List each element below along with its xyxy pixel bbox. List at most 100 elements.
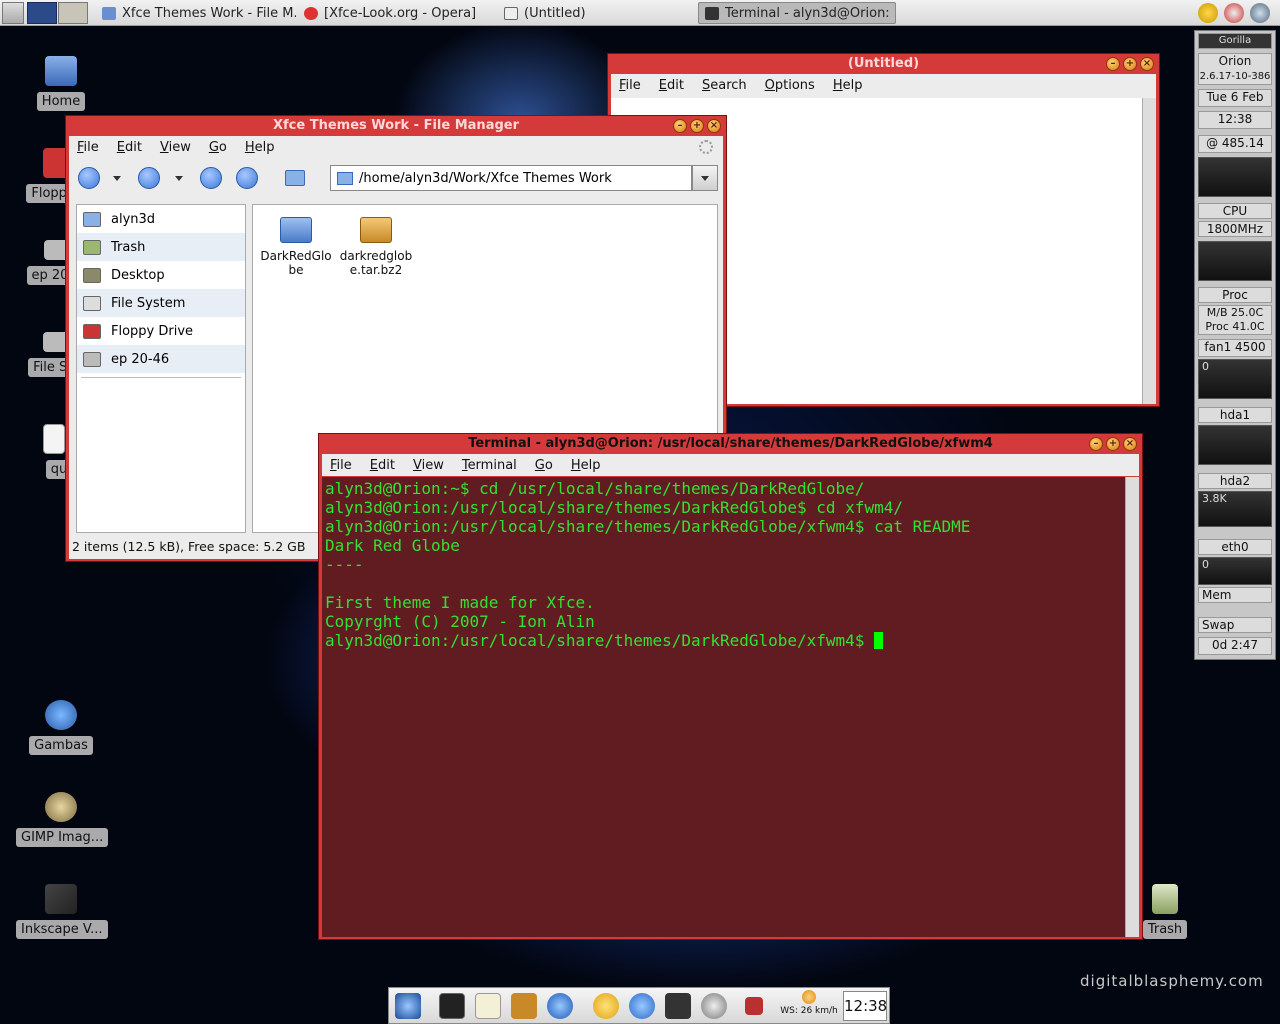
maximize-button[interactable]: +: [690, 119, 704, 133]
hda2-label: hda2: [1198, 473, 1272, 489]
cpu-graph: [1198, 241, 1272, 281]
menu-help[interactable]: Help: [245, 140, 275, 155]
menu-edit[interactable]: Edit: [659, 78, 684, 93]
maximize-button[interactable]: +: [1123, 57, 1137, 71]
text-editor-icon[interactable]: [475, 993, 501, 1019]
home-folder-icon: [83, 211, 101, 227]
wallpaper-watermark: digitalblasphemy.com: [1080, 972, 1264, 990]
screenshot-icon[interactable]: [745, 997, 763, 1015]
gambas-icon: [45, 700, 77, 730]
gimp-icon: [45, 792, 77, 822]
folder-icon: [102, 6, 116, 20]
eth0-label: eth0: [1198, 539, 1272, 555]
task-editor[interactable]: (Untitled): [498, 2, 693, 24]
menu-file[interactable]: File: [619, 78, 641, 93]
swap-label: Swap: [1198, 617, 1272, 633]
workspace-2[interactable]: [58, 2, 88, 24]
menu-view[interactable]: View: [413, 458, 444, 473]
menu-help[interactable]: Help: [833, 78, 863, 93]
terminal-prompt-line: alyn3d@Orion:/usr/local/share/themes/Dar…: [325, 631, 1122, 650]
busy-spinner-icon: [699, 140, 713, 154]
opera-icon[interactable]: [629, 993, 655, 1019]
forward-icon[interactable]: [138, 167, 160, 189]
menu-view[interactable]: View: [160, 140, 191, 155]
sidebar-item-ep-20-46[interactable]: ep 20-46: [77, 345, 245, 373]
sidebar-item-floppy-drive[interactable]: Floppy Drive: [77, 317, 245, 345]
show-desktop-button[interactable]: [2, 2, 24, 24]
editor-scrollbar[interactable]: [1142, 98, 1156, 404]
close-button[interactable]: ×: [707, 119, 721, 133]
text-editor-icon: [504, 6, 518, 20]
weather-sun-icon[interactable]: [593, 993, 619, 1019]
task-opera[interactable]: [Xfce-Look.org - Opera]: [298, 2, 493, 24]
network-icon[interactable]: [1250, 3, 1270, 23]
terminal-line: Dark Red Globe: [325, 536, 460, 555]
menu-file[interactable]: File: [330, 458, 352, 473]
terminal-titlebar[interactable]: Terminal - alyn3d@Orion: /usr/local/shar…: [322, 434, 1139, 454]
settings-icon[interactable]: [701, 993, 727, 1019]
terminal-scrollbar[interactable]: [1125, 477, 1139, 937]
user-icon[interactable]: [1198, 3, 1218, 23]
opera-icon: [304, 6, 318, 20]
close-button[interactable]: ×: [1140, 57, 1154, 71]
new-folder-icon[interactable]: [285, 170, 305, 186]
minimize-button[interactable]: –: [1089, 437, 1103, 451]
file-manager-icon[interactable]: [511, 993, 537, 1019]
menu-help[interactable]: Help: [571, 458, 601, 473]
volume-icon[interactable]: [1224, 3, 1244, 23]
desktop-icon-gimp[interactable]: GIMP Imag...: [16, 792, 109, 847]
menu-options[interactable]: Options: [765, 78, 815, 93]
up-icon[interactable]: [200, 167, 222, 189]
sidebar-item-label: File System: [111, 295, 186, 311]
desktop-icon-home[interactable]: Home: [16, 56, 106, 111]
desktop-icon-inkscape[interactable]: Inkscape V...: [16, 884, 108, 939]
dock-clock[interactable]: 12:38: [843, 991, 887, 1021]
minimize-button[interactable]: –: [673, 119, 687, 133]
desktop-icon-gambas[interactable]: Gambas: [16, 700, 106, 755]
menu-terminal[interactable]: Terminal: [462, 458, 517, 473]
window-title: Xfce Themes Work - File Manager: [272, 118, 519, 133]
close-button[interactable]: ×: [1123, 437, 1137, 451]
sidebar-item-label: Trash: [111, 239, 146, 255]
reload-icon[interactable]: [236, 167, 258, 189]
terminal-icon[interactable]: [439, 993, 465, 1019]
weather-plugin[interactable]: WS: 26 km/h: [775, 990, 843, 1022]
file-item-folder[interactable]: DarkRedGlobe: [257, 217, 335, 277]
forward-history-icon[interactable]: [175, 176, 183, 181]
back-icon[interactable]: [78, 167, 100, 189]
sidebar-item-desktop[interactable]: Desktop: [77, 261, 245, 289]
sidebar-item-trash[interactable]: Trash: [77, 233, 245, 261]
xfce-menu-icon[interactable]: [395, 993, 421, 1019]
task-label: Xfce Themes Work - File M...: [122, 5, 296, 21]
file-manager-titlebar[interactable]: Xfce Themes Work - File Manager – + ×: [69, 116, 723, 136]
sidebar-item-alyn3d[interactable]: alyn3d: [77, 205, 245, 233]
web-browser-icon[interactable]: [547, 993, 573, 1019]
menu-file[interactable]: File: [77, 140, 99, 155]
editor-titlebar[interactable]: (Untitled) – + ×: [611, 54, 1156, 74]
minimize-button[interactable]: –: [1106, 57, 1120, 71]
maximize-button[interactable]: +: [1106, 437, 1120, 451]
kernel-version: 2.6.17-10-386: [1199, 71, 1271, 82]
terminal-output[interactable]: alyn3d@Orion:~$ cd /usr/local/share/them…: [322, 477, 1125, 937]
menu-edit[interactable]: Edit: [370, 458, 395, 473]
sidebar-item-file-system[interactable]: File System: [77, 289, 245, 317]
menu-edit[interactable]: Edit: [117, 140, 142, 155]
time-display: 12:38: [1198, 111, 1272, 129]
menu-go[interactable]: Go: [535, 458, 553, 473]
file-item-archive[interactable]: darkredglobe.tar.bz2: [337, 217, 415, 277]
workspace-1[interactable]: [27, 2, 57, 24]
inkscape-icon[interactable]: [665, 993, 691, 1019]
back-history-icon[interactable]: [113, 176, 121, 181]
task-file-manager[interactable]: Xfce Themes Work - File M...: [96, 2, 296, 24]
task-terminal[interactable]: Terminal - alyn3d@Orion: ...: [698, 2, 896, 24]
sidebar-item-label: Desktop: [111, 267, 165, 283]
terminal-line: alyn3d@Orion:/usr/local/share/themes/Dar…: [325, 517, 971, 536]
monitor-brand: Gorilla: [1198, 33, 1272, 49]
location-dropdown-button[interactable]: [692, 165, 718, 191]
menu-go[interactable]: Go: [209, 140, 227, 155]
menu-search[interactable]: Search: [702, 78, 747, 93]
proc-temp-value: 41.0C: [1232, 320, 1265, 333]
location-bar[interactable]: /home/alyn3d/Work/Xfce Themes Work: [330, 165, 692, 191]
file-name: DarkRedGlobe: [260, 249, 332, 277]
